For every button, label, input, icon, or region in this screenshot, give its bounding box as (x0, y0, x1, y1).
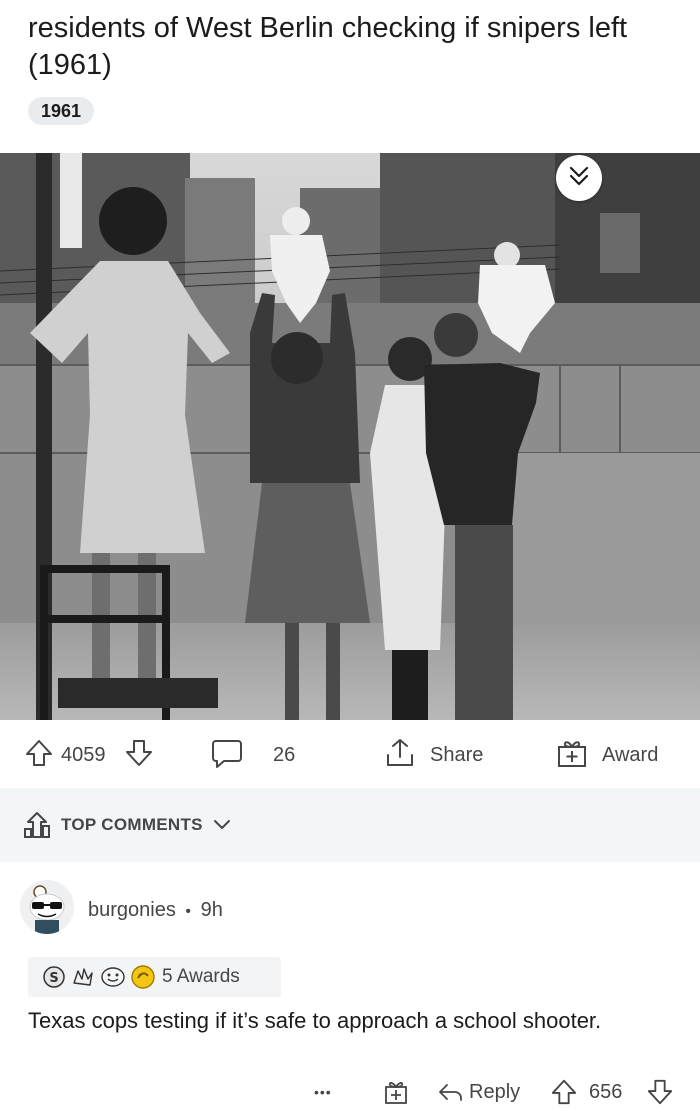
smile-award-icon (100, 965, 126, 989)
post-title: residents of West Berlin checking if sni… (28, 12, 628, 81)
award-button[interactable]: Award (556, 728, 658, 782)
meta-separator: • (185, 903, 192, 920)
post-actions: 4059 26 Share Award (0, 728, 700, 782)
award-label: Award (602, 744, 659, 766)
comment-meta: burgonies • 9h (88, 899, 223, 922)
comment-award-button[interactable] (383, 1072, 409, 1112)
share-label: Share (430, 744, 484, 766)
award-icon (383, 1078, 409, 1106)
silver-award-icon: S (42, 965, 66, 989)
comment-awards[interactable]: S 5 Awards (28, 957, 281, 997)
comment-author[interactable]: burgonies (88, 899, 176, 921)
chevron-down-icon (213, 819, 231, 831)
comment-body: Texas cops testing if it’s safe to appro… (28, 1008, 602, 1033)
collapse-icon (567, 165, 591, 192)
post-image[interactable] (0, 153, 700, 720)
downvote-button[interactable] (124, 728, 154, 782)
reply-label: Reply (469, 1080, 521, 1103)
reply-button[interactable]: Reply (437, 1072, 520, 1112)
comment-downvote-button[interactable] (646, 1072, 674, 1112)
comment-actions: ••• Reply 656 (0, 1072, 700, 1112)
comment: burgonies • 9h S 5 Awards Texas cops tes… (0, 862, 700, 1114)
downvote-icon (124, 738, 154, 772)
share-icon (384, 737, 416, 773)
more-icon: ••• (314, 1084, 332, 1100)
collapse-button[interactable] (556, 155, 602, 201)
gold-award-icon (130, 964, 156, 990)
comment-icon (210, 737, 244, 773)
share-button[interactable]: Share (384, 728, 483, 782)
awards-count: 5 Awards (162, 966, 240, 987)
comment-age: 9h (200, 899, 223, 921)
more-button[interactable]: ••• (314, 1072, 332, 1112)
downvote-icon (646, 1078, 674, 1106)
svg-text:S: S (49, 971, 58, 986)
comment-count: 26 (273, 744, 296, 766)
comment-score: 656 (589, 1080, 623, 1103)
vote-count: 4059 (61, 744, 106, 766)
award-icon (556, 737, 588, 773)
avatar[interactable] (20, 880, 74, 934)
comments-button[interactable] (210, 728, 244, 782)
post-flair[interactable]: 1961 (28, 97, 95, 125)
upvote-icon (550, 1078, 578, 1106)
upvote-icon (24, 738, 54, 772)
upvote-button[interactable] (24, 728, 54, 782)
top-comments-icon (22, 810, 52, 840)
hand-award-icon (70, 965, 96, 989)
comment-upvote-button[interactable] (550, 1072, 578, 1112)
top-comments-label: TOP COMMENTS (61, 815, 203, 834)
reply-icon (437, 1081, 463, 1103)
top-comments-sort[interactable]: TOP COMMENTS (0, 788, 700, 862)
